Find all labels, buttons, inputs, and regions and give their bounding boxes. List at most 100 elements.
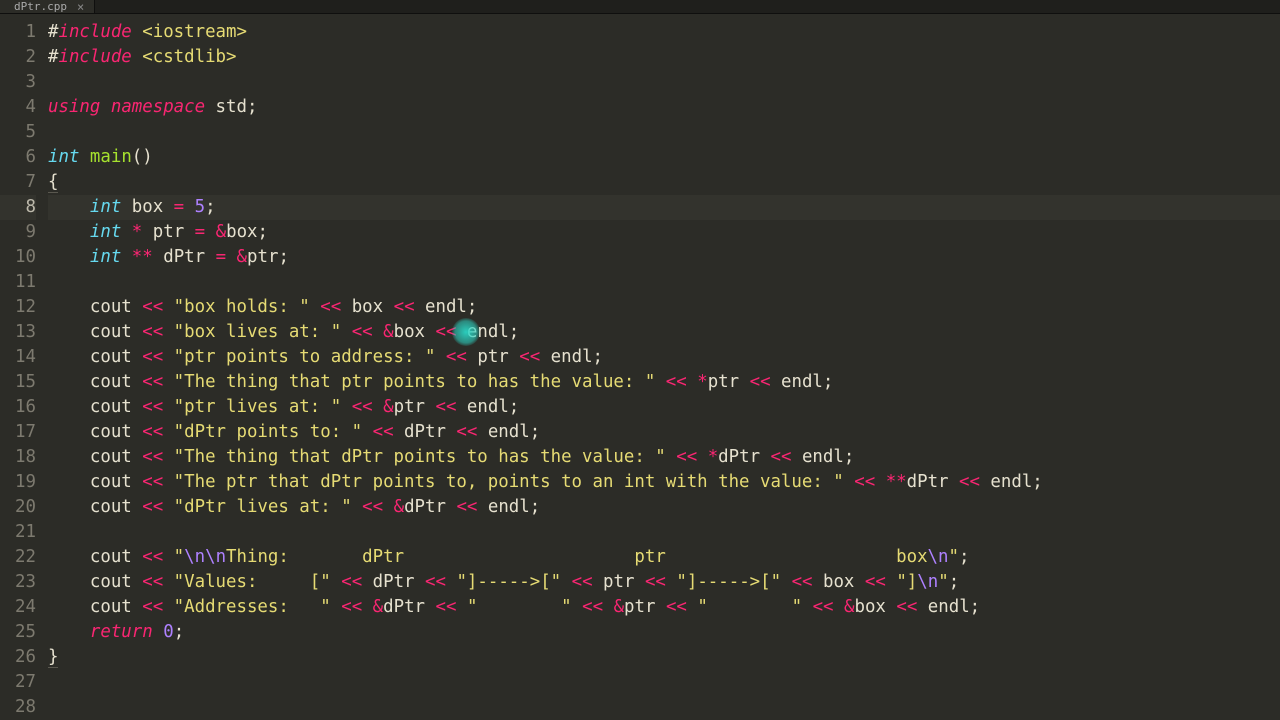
code-area[interactable]: 1234567891011121314151617181920212223242… [0, 14, 1280, 720]
code-token: endl; [771, 372, 834, 392]
code-token: & [373, 597, 383, 617]
code-line[interactable]: { [48, 170, 1280, 195]
code-token: dPtr [404, 497, 456, 517]
file-tab[interactable]: dPtr.cpp × [0, 0, 95, 13]
close-icon[interactable]: × [77, 1, 84, 13]
code-token: cout [48, 322, 142, 342]
code-token: << [362, 497, 383, 517]
code-line[interactable] [48, 520, 1280, 545]
code-token: include [58, 22, 131, 42]
code-token: << [425, 572, 446, 592]
code-token [603, 597, 613, 617]
code-line[interactable] [48, 670, 1280, 695]
code-token: << [373, 422, 394, 442]
code-token: cout [48, 347, 142, 367]
code-token: << [142, 422, 163, 442]
code-line[interactable]: return 0; [48, 620, 1280, 645]
code-line[interactable]: int box = 5; [48, 195, 1280, 220]
code-token [341, 397, 351, 417]
code-token: << [456, 497, 477, 517]
code-token: "ptr lives at: " [174, 397, 342, 417]
code-token [362, 422, 372, 442]
code-token: cout [48, 297, 142, 317]
code-token [844, 472, 854, 492]
code-token: << [341, 597, 362, 617]
code-line[interactable]: #include <iostream> [48, 20, 1280, 45]
code-token: "dPtr lives at: " [174, 497, 352, 517]
code-token: cout [48, 422, 142, 442]
code-line[interactable]: cout << "Addresses: " << &dPtr << " " <<… [48, 595, 1280, 620]
code-token: box [341, 297, 393, 317]
code-token: Thing: dPtr ptr box [226, 547, 928, 567]
code-line[interactable]: int ** dPtr = &ptr; [48, 245, 1280, 270]
code-token [48, 197, 90, 217]
code-token: dPtr [718, 447, 770, 467]
line-number: 11 [0, 270, 36, 295]
code-token [121, 247, 131, 267]
code-token: "box holds: " [174, 297, 310, 317]
code-token: box [813, 572, 865, 592]
code-line[interactable]: cout << "The thing that ptr points to ha… [48, 370, 1280, 395]
code-line[interactable] [48, 70, 1280, 95]
code-line[interactable]: } [48, 645, 1280, 670]
line-number: 12 [0, 295, 36, 320]
code-line[interactable]: int main() [48, 145, 1280, 170]
code-token: & [383, 397, 393, 417]
code-token: cout [48, 447, 142, 467]
code-line[interactable]: #include <cstdlib> [48, 45, 1280, 70]
code-token: << [854, 472, 875, 492]
code-line[interactable]: cout << "ptr points to address: " << ptr… [48, 345, 1280, 370]
code-line[interactable]: using namespace std; [48, 95, 1280, 120]
code-token: << [792, 572, 813, 592]
code-token: " [938, 572, 948, 592]
code-token: } [48, 647, 58, 668]
code-token: " " [467, 597, 572, 617]
code-line[interactable]: cout << "dPtr points to: " << dPtr << en… [48, 420, 1280, 445]
code-token: << [666, 597, 687, 617]
code-token: << [320, 297, 341, 317]
code-token: \n [917, 572, 938, 592]
code-token: cout [48, 597, 142, 617]
code-line[interactable] [48, 270, 1280, 295]
code-token [163, 547, 173, 567]
code-token: cout [48, 472, 142, 492]
code-token [362, 597, 372, 617]
code-line[interactable]: cout << "\n\nThing: dPtr ptr box\n"; [48, 545, 1280, 570]
code-token [352, 497, 362, 517]
code-token: << [865, 572, 886, 592]
code-token [100, 97, 110, 117]
code-token: include [58, 47, 131, 67]
code-line[interactable] [48, 120, 1280, 145]
code-token [48, 222, 90, 242]
code-token: << [142, 447, 163, 467]
code-token: << [142, 397, 163, 417]
code-line[interactable]: cout << "The ptr that dPtr points to, po… [48, 470, 1280, 495]
code-token: "The thing that dPtr points to has the v… [174, 447, 666, 467]
code-token [132, 47, 142, 67]
code-line[interactable]: cout << "dPtr lives at: " << &dPtr << en… [48, 495, 1280, 520]
code-token [875, 472, 885, 492]
line-number: 15 [0, 370, 36, 395]
code-line[interactable] [48, 695, 1280, 720]
code-token: dPtr [383, 597, 435, 617]
code-token: << [436, 597, 457, 617]
code-body[interactable]: #include <iostream>#include <cstdlib> us… [44, 14, 1280, 720]
code-token: ptr [142, 222, 194, 242]
line-number: 18 [0, 445, 36, 470]
code-token: " [949, 547, 959, 567]
code-editor: dPtr.cpp × 12345678910111213141516171819… [0, 0, 1280, 720]
code-line[interactable]: int * ptr = &box; [48, 220, 1280, 245]
code-line[interactable]: cout << "Values: [" << dPtr << "]----->[… [48, 570, 1280, 595]
line-number: 25 [0, 620, 36, 645]
code-token: << [142, 572, 163, 592]
code-token [163, 322, 173, 342]
code-token: int [90, 222, 121, 242]
code-line[interactable]: cout << "ptr lives at: " << &ptr << endl… [48, 395, 1280, 420]
code-token: "box lives at: " [174, 322, 342, 342]
code-line[interactable]: cout << "The thing that dPtr points to h… [48, 445, 1280, 470]
code-line[interactable]: cout << "box holds: " << box << endl; [48, 295, 1280, 320]
code-line[interactable]: cout << "box lives at: " << &box << endl… [48, 320, 1280, 345]
line-number: 23 [0, 570, 36, 595]
code-token: using [48, 97, 100, 117]
code-token: << [142, 322, 163, 342]
